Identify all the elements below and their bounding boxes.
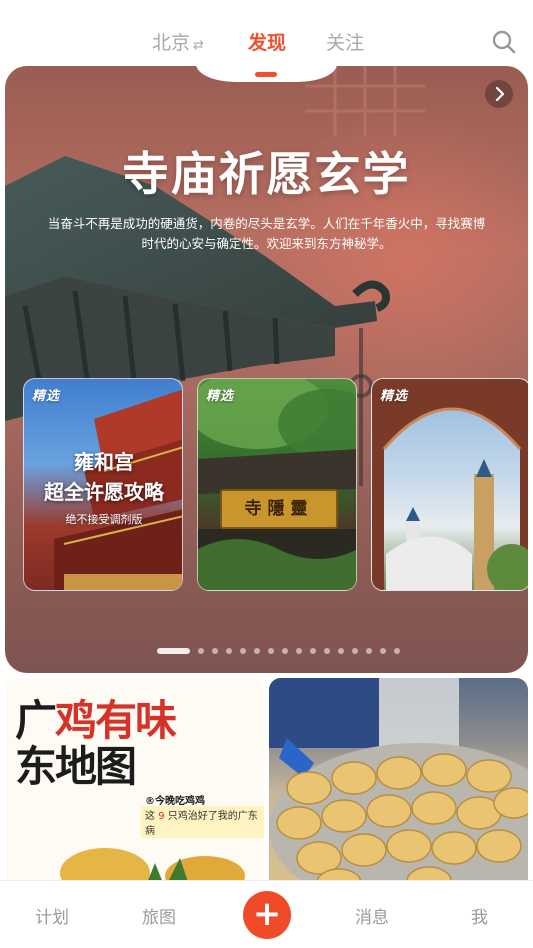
featured-cards: 精选 雍和宫 超全许愿攻略 绝不接受调剂版 精选 寺隱靈 精选 [23,378,528,593]
carousel-dot[interactable] [338,648,344,654]
carousel-dot[interactable] [240,648,246,654]
featured-card[interactable]: 精选 雍和宫 超全许愿攻略 绝不接受调剂版 [23,378,183,591]
dumplings-photo [269,678,528,888]
feed-card[interactable]: 广鸡有味 东地图 ®今晚吃鸡鸡 这 9 只鸡治好了我的广东病 [5,678,264,888]
title-dong: 东 [15,742,57,791]
carousel-dot[interactable] [366,648,372,654]
featured-card[interactable]: 精选 寺隱靈 [197,378,357,591]
featured-card[interactable]: 精选 [371,378,528,591]
chicken-illustration [60,848,245,888]
hero-title: 寺庙祈愿玄学 [122,147,411,201]
screen: 北京 ⇄ 发现 关注 寺庙祈愿玄学 当奋斗不再是成功的硬通货，内卷的尽头是玄学。… [0,0,533,948]
title-wei: 味 [135,696,177,745]
carousel-dot[interactable] [324,648,330,654]
top-nav: 北京 ⇄ 发现 关注 [0,0,533,72]
carousel-dot[interactable] [268,648,274,654]
hero-next-button[interactable] [485,80,513,108]
carousel-dot[interactable] [282,648,288,654]
carousel-dot[interactable] [310,648,316,654]
lingyin-temple-illustration [198,379,356,590]
tab-follow[interactable]: 关注 [326,28,364,55]
swap-icon: ⇄ [193,38,204,53]
carousel-dot[interactable] [254,648,260,654]
card-title-line2: 超全许愿攻略 [44,480,164,504]
temple-plaque: 寺隱靈 [220,489,338,529]
add-button[interactable]: + [243,891,291,939]
bottom-tab-bar: 计划 旅图 + 消息 我 [0,880,533,948]
card-title: 雍和宫 超全许愿攻略 [24,447,182,507]
tab-discover[interactable]: 发现 [248,28,286,55]
tab-me[interactable]: 我 [471,903,488,928]
featured-badge: 精选 [380,389,409,404]
title-jiyou: 鸡有 [55,696,137,745]
chevron-right-icon [495,86,505,102]
title-ditu: 地图 [55,742,137,791]
tab-messages[interactable]: 消息 [355,903,389,928]
city-switcher[interactable]: 北京 ⇄ [152,28,204,55]
featured-badge: 精选 [32,389,61,404]
hero-description: 当奋斗不再是成功的硬通货，内卷的尽头是玄学。人们在千年香火中，寻找赛博时代的心安… [47,216,486,251]
hero-banner[interactable]: 寺庙祈愿玄学 当奋斗不再是成功的硬通货，内卷的尽头是玄学。人们在千年香火中，寻找… [5,66,528,673]
sub-prefix: 这 [145,811,155,822]
title-guang: 广 [15,696,57,745]
carousel-dot[interactable] [198,648,204,654]
feed-card[interactable] [269,678,528,888]
card-title-line1: 雍和宫 [74,450,134,474]
search-icon [492,30,516,54]
tab-travel-map[interactable]: 旅图 [142,903,176,928]
carousel-dot-active[interactable] [157,648,190,654]
feed-card-tag: ®今晚吃鸡鸡 [145,796,205,807]
card-subtitle: 绝不接受调剂版 [65,513,143,526]
carousel-dot[interactable] [394,648,400,654]
tab-plan[interactable]: 计划 [35,903,69,928]
carousel-dot[interactable] [212,648,218,654]
sub-number: 9 [158,811,165,822]
city-label: 北京 [152,32,191,54]
carousel-dot[interactable] [380,648,386,654]
featured-badge: 精选 [206,389,235,404]
search-button[interactable] [490,28,518,56]
tab-indicator [255,72,277,77]
carousel-dot[interactable] [352,648,358,654]
feed-card-title: 广鸡有味 东地图 [15,696,177,791]
mosque-illustration [372,379,528,590]
carousel-dot[interactable] [296,648,302,654]
carousel-dot[interactable] [226,648,232,654]
